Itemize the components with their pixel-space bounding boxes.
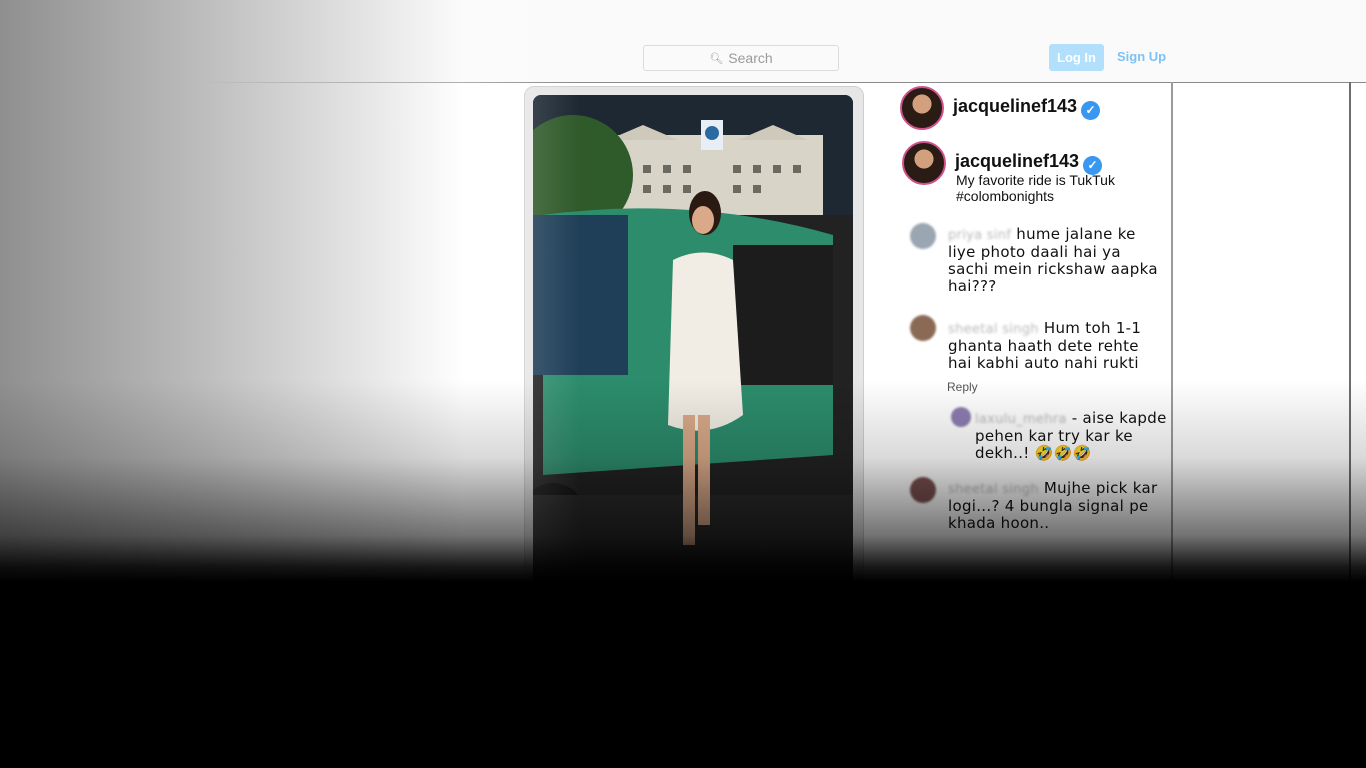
caption-username-text[interactable]: jacquelinef143 — [955, 151, 1079, 171]
page-edge-border — [1349, 82, 1351, 582]
post-author-username[interactable]: jacquelinef143 ✓ — [953, 96, 1101, 120]
reply-link[interactable]: Reply — [947, 380, 978, 394]
login-button[interactable]: Log In — [1049, 44, 1104, 71]
post-caption: My favorite ride is TukTuk #colombonight… — [956, 172, 1115, 204]
post-username-text[interactable]: jacquelinef143 — [953, 96, 1077, 116]
comment-2: sheetal singh Hum toh 1-1 ghanta haath d… — [948, 320, 1158, 372]
comment-3: sheetal singh Mujhe pick kar logi...? 4 … — [948, 480, 1158, 532]
verified-icon: ✓ — [1081, 101, 1101, 120]
post-photo[interactable] — [533, 95, 853, 585]
search-input[interactable]: 🔍︎ Search — [643, 45, 839, 71]
comment-avatar[interactable] — [910, 223, 936, 249]
caption-author-avatar[interactable] — [902, 141, 946, 185]
top-navigation-bar: 🔍︎ Search Log In Sign Up — [0, 0, 1366, 83]
comment-avatar[interactable] — [910, 315, 936, 341]
comment-avatar[interactable] — [910, 477, 936, 503]
comment-username[interactable]: laxulu_mehra — [975, 412, 1067, 427]
search-icon: 🔍︎ — [709, 52, 724, 65]
comments-panel-divider — [1171, 82, 1173, 582]
search-placeholder: Search — [728, 50, 773, 66]
left-gradient-overlay — [0, 0, 580, 768]
comment-reply: laxulu_mehra - aise kapde pehen kar try … — [975, 410, 1170, 462]
comment-username[interactable]: sheetal singh — [948, 482, 1039, 497]
comment-avatar[interactable] — [951, 407, 971, 427]
comment-1: priya sinf hume jalane ke liye photo daa… — [948, 226, 1163, 295]
comment-username[interactable]: priya sinf — [948, 228, 1011, 243]
comment-username[interactable]: sheetal singh — [948, 322, 1039, 337]
signup-link[interactable]: Sign Up — [1117, 49, 1166, 64]
post-author-avatar[interactable] — [900, 86, 944, 130]
